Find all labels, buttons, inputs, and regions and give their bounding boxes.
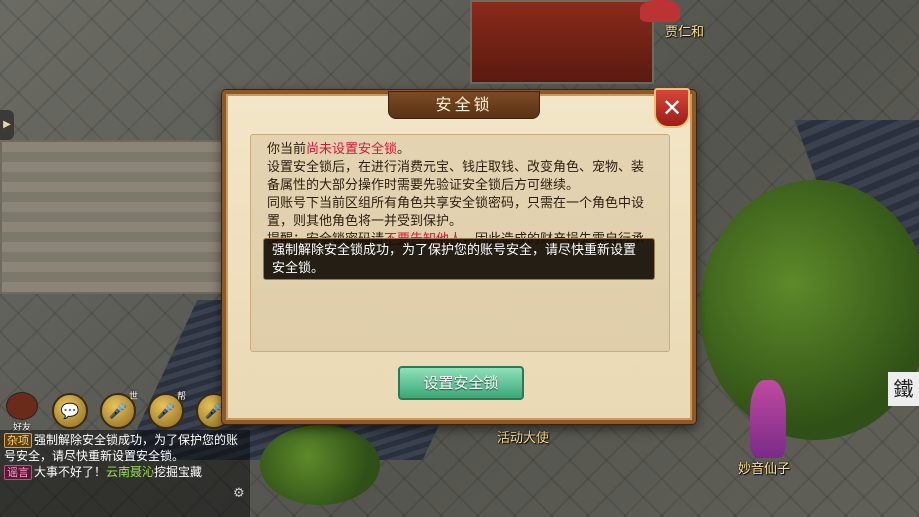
set-security-lock-button[interactable]: 设置安全锁 bbox=[398, 366, 524, 400]
mic-world-icon[interactable]: 🎤 世 bbox=[100, 392, 138, 429]
right-sign: 鐵 bbox=[888, 372, 919, 406]
npc-name-activity[interactable]: 活动大使 bbox=[497, 427, 549, 446]
chat-message: 杂项 强制解除安全锁成功，为了保护您的账号安全，请尽快重新设置安全锁。 bbox=[4, 432, 246, 464]
chat-log[interactable]: 杂项 强制解除安全锁成功，为了保护您的账号安全，请尽快重新设置安全锁。 谣言 大事不… bbox=[0, 430, 250, 517]
courtyard-wall bbox=[0, 140, 224, 294]
willow-tree bbox=[700, 180, 919, 440]
npc-top-figure bbox=[640, 0, 680, 22]
npc-miaoyin-figure bbox=[750, 380, 786, 458]
npc-name-top[interactable]: 贾仁和 bbox=[665, 21, 704, 40]
chat-settings-gear-icon[interactable]: ⚙ bbox=[233, 486, 245, 501]
mic-tag: 帮 bbox=[176, 392, 186, 402]
player-name-link[interactable]: 云南聂沁 bbox=[106, 465, 154, 479]
left-expand-tab[interactable]: ▶ bbox=[0, 110, 14, 140]
unlock-success-tooltip: 强制解除安全锁成功，为了保护您的账号安全，请尽快重新设置安全锁。 bbox=[263, 238, 655, 280]
chat-text: 挖掘宝藏 bbox=[154, 465, 203, 479]
shared-password-paragraph: 同账号下当前区组所有角色共享安全锁密码，只需在一个角色中设置，则其他角色将一并受… bbox=[267, 196, 645, 229]
chat-channel-bar: 💬 🎤世 🎤帮 🎤队 bbox=[40, 392, 234, 429]
lock-status-line: 你当前尚未设置安全锁。 bbox=[267, 141, 655, 159]
close-button[interactable]: ✕ bbox=[654, 88, 690, 128]
mic-guild-icon[interactable]: 🎤 帮 bbox=[148, 392, 186, 429]
channel-tag-rumor: 谣言 bbox=[4, 465, 32, 480]
chat-text: 强制解除安全锁成功，为了保护您的账号安全，请尽快重新设置安全锁。 bbox=[4, 433, 239, 463]
chat-message: 谣言 大事不好了！云南聂沁挖掘宝藏 bbox=[4, 464, 246, 480]
description-paragraph: 设置安全锁后，在进行消费元宝、钱庄取钱、改变角色、宠物、装备属性的大部分操作时需… bbox=[267, 160, 645, 193]
bush bbox=[260, 425, 380, 505]
status-suffix: 。 bbox=[397, 142, 411, 157]
npc-name-miaoyin[interactable]: 妙音仙子 bbox=[738, 458, 790, 477]
mic-tag: 世 bbox=[128, 392, 138, 402]
dialog-title: 安全锁 bbox=[388, 91, 540, 119]
channel-tag-misc: 杂项 bbox=[4, 433, 32, 448]
shop-stall bbox=[470, 0, 654, 84]
friend-avatar-icon bbox=[6, 392, 38, 420]
status-prefix: 你当前 bbox=[267, 142, 307, 157]
chat-text: 大事不好了！ bbox=[34, 465, 107, 479]
chat-bubble-icon[interactable]: 💬 bbox=[52, 393, 88, 429]
lock-status-text: 尚未设置安全锁 bbox=[306, 142, 398, 157]
friend-button[interactable]: 好友 bbox=[4, 392, 40, 433]
